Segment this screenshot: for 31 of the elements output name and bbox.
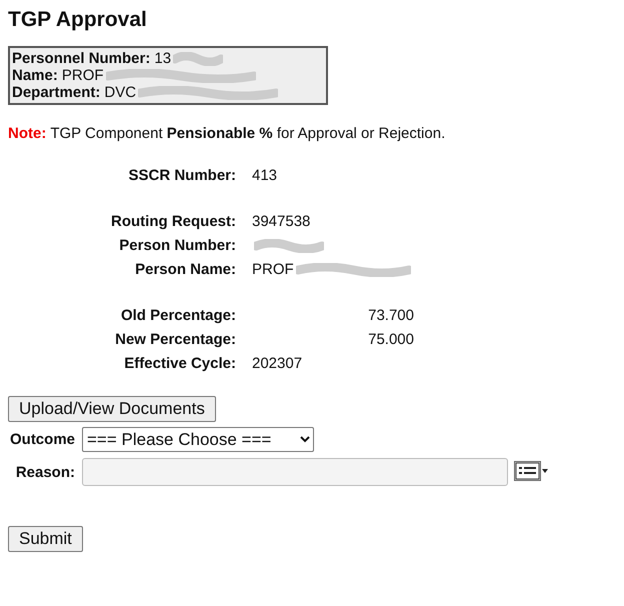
field-value: 202307 xyxy=(252,354,302,374)
personnel-label: Department: xyxy=(12,84,100,101)
field-label: Person Name: xyxy=(134,260,236,280)
outcome-dropdown[interactable]: === Please Choose === xyxy=(82,427,314,452)
field-label: Person Number: xyxy=(118,236,236,256)
outcome-label: Outcome xyxy=(8,431,76,448)
field-value: 3947538 xyxy=(252,212,310,232)
field-label: New Percentage: xyxy=(114,330,236,350)
field-value: 75.000 xyxy=(367,330,414,350)
field-label: Old Percentage: xyxy=(120,306,236,326)
field-label: Routing Request: xyxy=(110,212,236,232)
note-label: Note: xyxy=(8,125,46,142)
personnel-value: 13 xyxy=(154,50,172,67)
personnel-value: PROF xyxy=(62,67,104,84)
field-value: PROF xyxy=(252,260,294,280)
field-label: Effective Cycle: xyxy=(123,354,236,374)
personnel-label: Personnel Number: xyxy=(12,50,150,67)
upload-documents-button[interactable]: Upload/View Documents xyxy=(8,396,216,422)
field-value: 73.700 xyxy=(367,306,414,326)
field-value: 413 xyxy=(252,166,278,186)
reason-label: Reason: xyxy=(14,464,76,480)
note-text: TGP Component Pensionable % for Approval or Rejection. xyxy=(50,125,446,142)
personnel-value: DVC xyxy=(104,84,136,101)
list-picker-icon[interactable] xyxy=(514,461,550,483)
submit-button[interactable]: Submit xyxy=(8,526,83,552)
personnel-label: Name: xyxy=(12,67,58,84)
page-title: TGP Approval xyxy=(8,8,148,32)
redaction-scribble xyxy=(173,52,224,66)
field-label: SSCR Number: xyxy=(127,166,236,186)
redaction-scribble xyxy=(254,239,324,253)
reason-field[interactable] xyxy=(82,458,508,486)
